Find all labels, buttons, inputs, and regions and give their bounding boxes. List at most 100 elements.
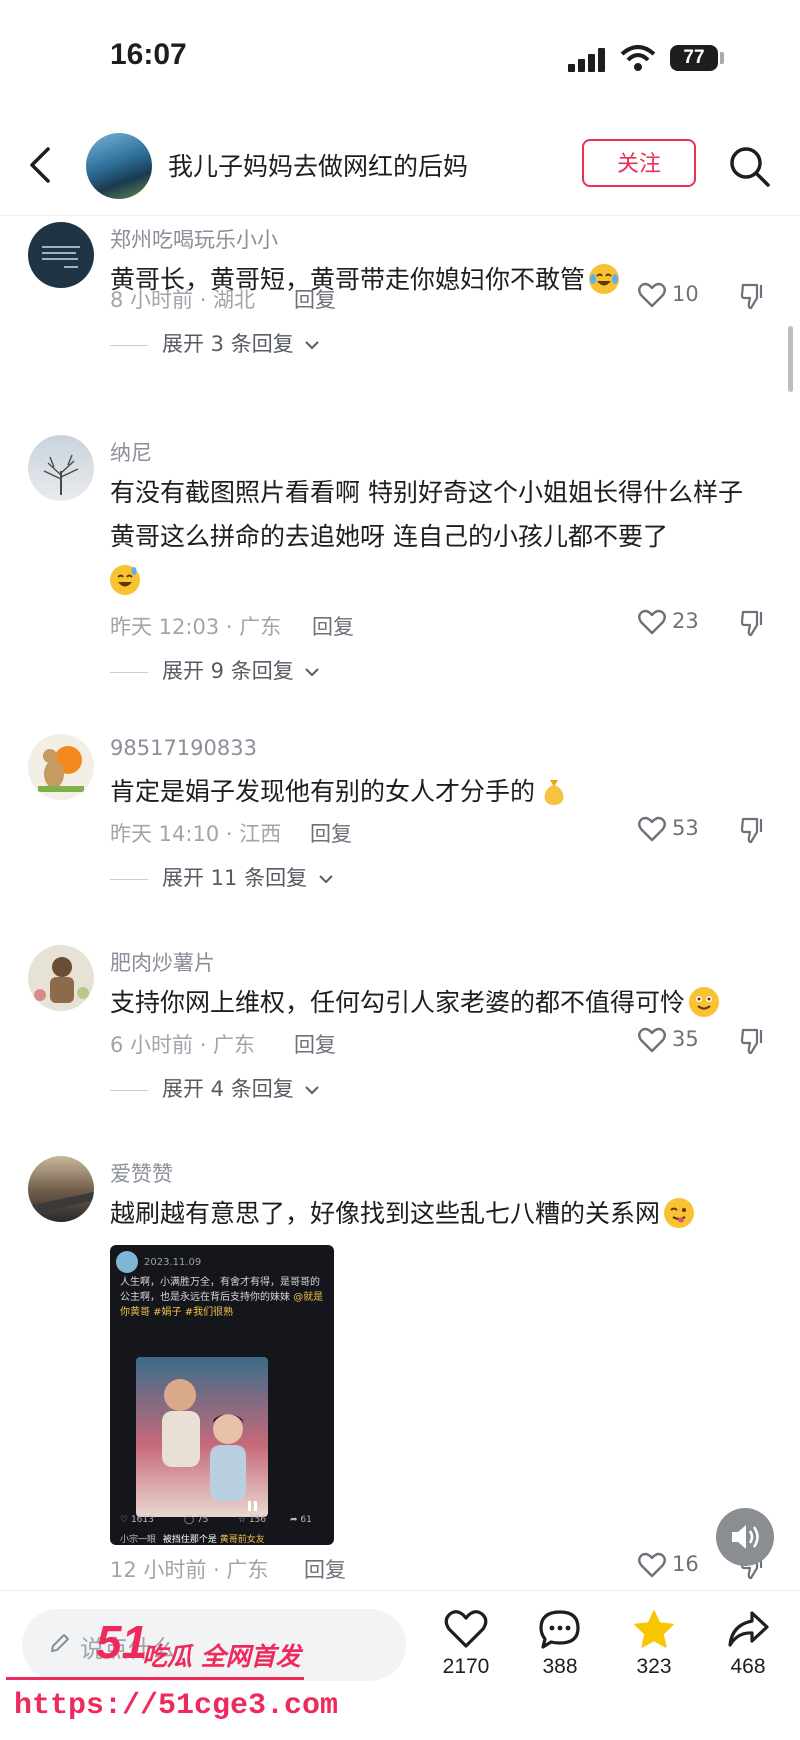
like-post-button[interactable]: 2170: [426, 1609, 506, 1679]
expand-divider: [110, 878, 148, 880]
wifi-icon: [620, 45, 656, 71]
post-like-count: 2170: [442, 1655, 490, 1678]
embedded-body: 人生啊，小满胜万全，有舍才有得，是哥哥的公主啊，也是永远在背后支持你的妹妹 @就…: [120, 1275, 324, 1320]
comment-username[interactable]: 肥肉炒薯片: [110, 947, 215, 977]
comment-username[interactable]: 纳尼: [110, 437, 152, 467]
chevron-down-icon: [305, 668, 320, 677]
scrollbar[interactable]: [788, 326, 793, 392]
like-button[interactable]: 23: [638, 609, 718, 639]
reply-button[interactable]: 回复: [294, 284, 336, 314]
like-count: 16: [672, 1552, 699, 1576]
expand-replies[interactable]: 展开 3 条回复: [110, 328, 320, 358]
chevron-down-icon: [305, 341, 320, 350]
embedded-footer-user: 小宗一眼: [120, 1535, 157, 1545]
dislike-icon[interactable]: [740, 816, 766, 844]
comment-text: 越刷越有意思了，好像找到这些乱七八糟的关系网: [110, 1192, 770, 1236]
smile-emoji: [689, 987, 720, 1017]
comment-avatar[interactable]: [28, 734, 94, 800]
embedded-avatar: [116, 1251, 138, 1273]
cellular-signal-icon: [568, 48, 605, 72]
heart-icon: [638, 609, 666, 635]
comment-time-location: 昨天 14:10 · 江西: [110, 822, 282, 846]
expand-replies-label: 展开 11 条回复: [162, 866, 308, 890]
share-arrow-icon: [728, 1611, 769, 1647]
embedded-date: 2023.11.09: [144, 1257, 202, 1268]
expand-replies[interactable]: 展开 11 条回复: [110, 862, 334, 892]
watermark-underline: [6, 1677, 304, 1680]
embedded-video-frame: [136, 1357, 268, 1517]
author-avatar[interactable]: [86, 133, 152, 199]
embedded-shares: 61: [300, 1515, 312, 1525]
expand-replies[interactable]: 展开 9 条回复: [110, 655, 320, 685]
post-favorite-count: 323: [636, 1655, 672, 1678]
dislike-icon[interactable]: [740, 282, 766, 310]
expand-replies[interactable]: 展开 4 条回复: [110, 1073, 320, 1103]
dislike-icon[interactable]: [740, 1027, 766, 1055]
watermark-url: https://51cge3.com: [14, 1689, 339, 1723]
like-count: 23: [672, 609, 699, 633]
comment-username[interactable]: 爱赞赞: [110, 1158, 173, 1188]
watermark: 51 吃瓜 全网首发 https://51cge3.com: [0, 1615, 338, 1739]
comment-username[interactable]: 郑州吃喝玩乐小小: [110, 224, 278, 254]
sound-toggle-button[interactable]: [716, 1508, 774, 1566]
search-icon[interactable]: [728, 145, 772, 189]
photo-avatar-image: [34, 957, 89, 1003]
heart-icon: [638, 282, 666, 308]
battery-indicator: 77: [670, 45, 718, 71]
dislike-icon[interactable]: [740, 609, 766, 637]
favorite-button[interactable]: 323: [614, 1609, 694, 1679]
page-title: 我儿子妈妈去做网红的后妈: [168, 152, 469, 181]
share-button[interactable]: 468: [708, 1609, 788, 1679]
comments-button[interactable]: 388: [520, 1609, 600, 1679]
post-share-count: 468: [730, 1655, 766, 1678]
laughing-sweat-emoji: [110, 565, 140, 595]
watermark-text: 吃瓜 全网首发: [142, 1642, 301, 1671]
like-button[interactable]: 10: [638, 282, 718, 312]
top-navigation: 我儿子妈妈去做网红的后妈 关注: [0, 125, 800, 216]
comment-text: 肯定是娟子发现他有别的女人才分手的: [110, 770, 770, 814]
comment-text-content: 越刷越有意思了，好像找到这些乱七八糟的关系网: [110, 1199, 661, 1228]
avatar-text-pattern: [42, 246, 80, 268]
comment-time-location: 6 小时前 · 广东: [110, 1033, 256, 1057]
reply-button[interactable]: 回复: [312, 611, 354, 641]
comment-text: 支持你网上维权，任何勾引人家老婆的都不值得可怜: [110, 981, 770, 1025]
expand-divider: [110, 671, 148, 673]
expand-replies-label: 展开 4 条回复: [162, 1077, 294, 1101]
post-comment-count: 388: [542, 1655, 578, 1678]
expand-replies-label: 展开 3 条回复: [162, 332, 294, 356]
follow-button[interactable]: 关注: [582, 139, 696, 187]
comment-text-content: 支持你网上维权，任何勾引人家老婆的都不值得可怜: [110, 988, 686, 1017]
comment-avatar[interactable]: [28, 1156, 94, 1222]
speaker-icon: [732, 1525, 759, 1549]
comment-time-location: 昨天 12:03 · 广东: [110, 615, 282, 639]
tree-avatar-image: [43, 454, 79, 495]
battery-tip: [720, 52, 724, 64]
comment-username[interactable]: 98517190833: [110, 736, 257, 760]
like-count: 35: [672, 1027, 699, 1051]
road-avatar-image: [28, 1192, 94, 1216]
comment-avatar[interactable]: [28, 435, 94, 501]
embedded-footer-text: 被挡住那个是: [162, 1535, 217, 1545]
comment-avatar[interactable]: [28, 945, 94, 1011]
status-time: 16:07: [110, 38, 187, 71]
crying-laughing-emoji: [589, 264, 620, 294]
reply-button[interactable]: 回复: [310, 818, 352, 848]
like-button[interactable]: 53: [638, 816, 718, 846]
reply-button[interactable]: 回复: [304, 1554, 346, 1584]
comment-text-content: 有没有截图照片看看啊 特别好奇这个小姐姐长得什么样子 黄哥这么拼命的去追她呀 连…: [110, 478, 743, 551]
embedded-favorites: 156: [248, 1515, 267, 1525]
comment-time-location: 12 小时前 · 广东: [110, 1558, 269, 1582]
like-button[interactable]: 16: [638, 1552, 718, 1582]
expand-replies-label: 展开 9 条回复: [162, 659, 294, 683]
embedded-footer: 小宗一眼 被挡住那个是 黄哥前女友: [120, 1532, 330, 1545]
comment-time-location: 8 小时前 · 湖北: [110, 288, 256, 312]
like-button[interactable]: 35: [638, 1027, 718, 1057]
people-photo: [162, 1379, 257, 1511]
comment-avatar[interactable]: [28, 222, 94, 288]
embedded-footer-highlight: 黄哥前女友: [219, 1535, 265, 1545]
reply-button[interactable]: 回复: [294, 1029, 336, 1059]
back-arrow-icon[interactable]: [26, 145, 56, 185]
expand-divider: [110, 344, 148, 346]
comment-image[interactable]: 2023.11.09 人生啊，小满胜万全，有舍才有得，是哥哥的公主啊，也是永远在…: [110, 1245, 334, 1545]
embedded-body-text: 人生啊，小满胜万全，有舍才有得，是哥哥的公主啊，也是永远在背后支持你的妹妹: [120, 1277, 320, 1303]
